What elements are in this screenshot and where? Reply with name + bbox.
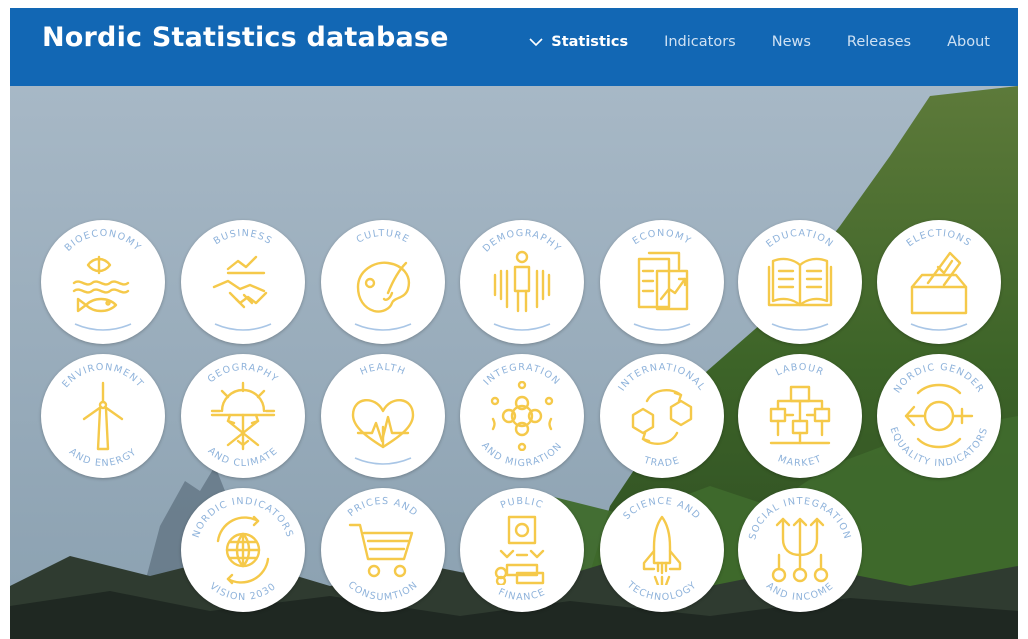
badge-underline	[354, 323, 412, 331]
badge-top-label: CULTURE	[355, 228, 412, 246]
category-education[interactable]: EDUCATION	[738, 220, 862, 344]
category-nordic-gender[interactable]: NORDIC GENDER EQUALITY INDICATORS	[877, 354, 1001, 478]
open-book-icon	[767, 257, 833, 307]
fish-waves-icon	[72, 255, 130, 313]
category-social-integration[interactable]: SOCIAL INTEGRATION AND INCOME	[738, 488, 862, 612]
badge-top-label: BUSINESS	[212, 228, 274, 247]
badge-bottom-label: FINANCE	[497, 587, 548, 604]
badge-underline	[493, 323, 551, 331]
category-public[interactable]: PUBLIC FINANCE	[460, 488, 584, 612]
category-prices-and[interactable]: PRICES AND CONSUMTION	[321, 488, 445, 612]
flower-circle-icon	[490, 381, 554, 451]
heart-pulse-icon	[351, 399, 415, 449]
badge-top-label: LABOUR	[774, 362, 826, 379]
page-frame: Nordic Statistics database Statistics In…	[10, 8, 1018, 639]
badge-underline	[633, 323, 691, 331]
nav-about[interactable]: About	[947, 34, 990, 50]
category-geography[interactable]: GEOGRAPHY AND CLIMATE	[181, 354, 305, 478]
site-title[interactable]: Nordic Statistics database	[42, 22, 449, 53]
people-icon	[493, 250, 551, 313]
badge-underline	[74, 323, 132, 331]
badge-bottom-label: MARKET	[776, 453, 824, 469]
ballot-box-icon	[910, 251, 968, 315]
nav-statistics-label: Statistics	[551, 34, 629, 50]
trend-chart-icon	[637, 251, 689, 311]
badge-underline	[354, 457, 412, 465]
badge-top-label: ECONOMY	[631, 228, 693, 247]
badge-underline	[910, 323, 968, 331]
nav-releases[interactable]: Releases	[847, 34, 911, 50]
sun-snowflake-icon	[210, 381, 276, 451]
category-integration[interactable]: INTEGRATION AND MIGRATION	[460, 354, 584, 478]
category-business[interactable]: BUSINESS	[181, 220, 305, 344]
category-nordic-indicators[interactable]: NORDIC INDICATORS VISION 2030	[181, 488, 305, 612]
space-shuttle-icon	[642, 515, 682, 585]
nav-indicators[interactable]: Indicators	[664, 34, 736, 50]
wind-turbine-icon	[82, 381, 124, 451]
category-environment[interactable]: ENVIRONMENT AND ENERGY	[41, 354, 165, 478]
network-people-icon	[769, 385, 831, 445]
handshake-chart-icon	[212, 255, 268, 309]
category-elections[interactable]: ELECTIONS	[877, 220, 1001, 344]
coins-vault-icon	[494, 515, 545, 585]
category-culture[interactable]: CULTURE	[321, 220, 445, 344]
site-header: Nordic Statistics database Statistics In…	[10, 8, 1018, 86]
category-economy[interactable]: ECONOMY	[600, 220, 724, 344]
cube-exchange-icon	[631, 389, 693, 445]
chevron-down-icon	[529, 38, 543, 47]
nav-statistics[interactable]: Statistics	[529, 34, 628, 50]
arrows-circles-icon	[771, 517, 829, 583]
category-bioeconomy[interactable]: BIOECONOMY	[41, 220, 165, 344]
hero-background: BIOECONOMY BUSINESS CULTURE DEMOGRAPHY ECONO…	[10, 86, 1018, 639]
globe-arrows-icon	[216, 515, 270, 585]
category-labour[interactable]: LABOUR MARKET	[738, 354, 862, 478]
gender-equality-icon	[904, 383, 974, 449]
palette-brush-icon	[356, 261, 411, 313]
badge-underline	[771, 323, 829, 331]
badge-top-label: HEALTH	[359, 362, 408, 378]
main-nav: Statistics Indicators News Releases Abou…	[529, 34, 990, 50]
nav-news[interactable]: News	[772, 34, 811, 50]
badge-underline	[214, 323, 272, 331]
category-international[interactable]: INTERNATIONAL TRADE	[600, 354, 724, 478]
badge-top-label: PUBLIC	[499, 496, 545, 511]
shopping-cart-icon	[348, 523, 414, 578]
category-health[interactable]: HEALTH	[321, 354, 445, 478]
category-demography[interactable]: DEMOGRAPHY	[460, 220, 584, 344]
badge-bottom-label: TRADE	[641, 455, 681, 469]
category-science-and[interactable]: SCIENCE AND TECHNOLOGY	[600, 488, 724, 612]
